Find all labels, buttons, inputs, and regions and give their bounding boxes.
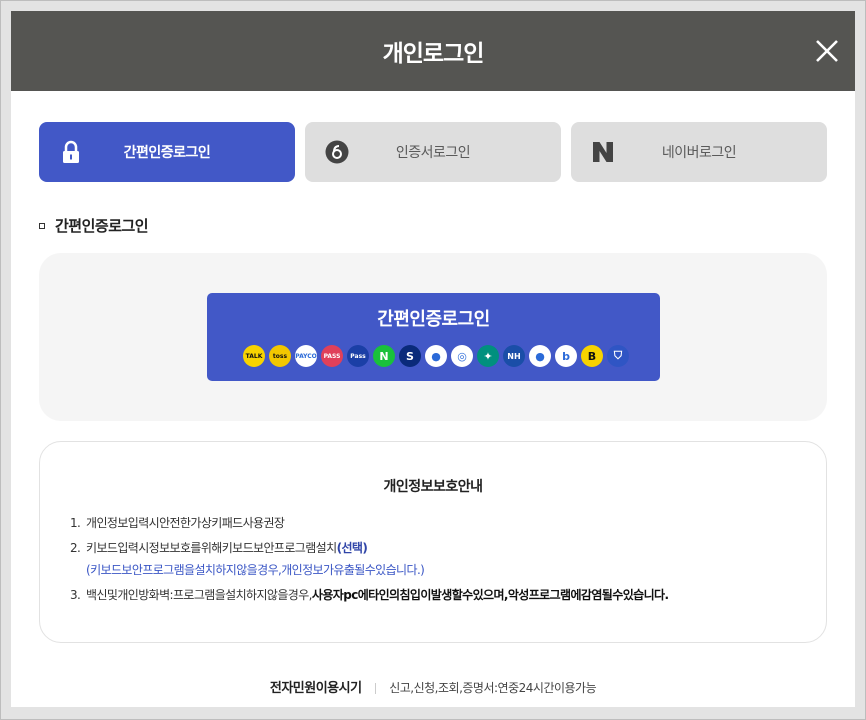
notice-item-text: 백신및개인방화벽:프로그램을설치하지않을경우, <box>86 588 313 602</box>
footer-text: 신고,신청,조회,증명서:연중24시간이용가능 <box>389 681 597 695</box>
window-frame: 개인로그인 간편인증로그인 인증서로그인 네이버로그인 간편인증로그인 간편인증… <box>0 0 866 720</box>
notice-list: 1. 개인정보입력시안전한가상키패드사용권장 2. 키보드입력시정보보호를위해키보드… <box>70 516 810 613</box>
tab-easy-auth[interactable]: 간편인증로그인 <box>39 122 295 182</box>
notice-item: 1. 개인정보입력시안전한가상키패드사용권장 <box>70 516 810 531</box>
footer-divider <box>374 683 376 694</box>
privacy-notice: 개인정보보호안내 1. 개인정보입력시안전한가상키패드사용권장 2. 키보드입력시정… <box>39 441 827 643</box>
notice-item-highlight: (선택) <box>336 541 368 555</box>
notice-item-number: 2. <box>70 541 81 555</box>
lock-icon <box>59 140 83 164</box>
nh-icon: NH <box>503 345 525 367</box>
kb-icon: ● <box>529 345 551 367</box>
banksalad-icon: b <box>555 345 577 367</box>
toss-icon: toss <box>269 345 291 367</box>
notice-item-text: 키보드입력시정보보호를위해키보드보안프로그램설치 <box>86 541 337 555</box>
tab-naver[interactable]: 네이버로그인 <box>571 122 827 182</box>
kakaobank-icon: B <box>581 345 603 367</box>
shield-icon: ⛉ <box>607 345 629 367</box>
woori-icon: ◎ <box>451 345 473 367</box>
footer-title: 전자민원이용시기 <box>269 681 362 696</box>
notice-item: 3. 백신및개인방화벽:프로그램을설치하지않을경우,사용자pc에타인의침입이발생할… <box>70 588 810 603</box>
easy-auth-button-label: 간편인증로그인 <box>377 309 490 330</box>
tab-label: 간편인증로그인 <box>123 145 211 161</box>
section-heading: 간편인증로그인 <box>39 215 149 236</box>
pass-icon: PASS <box>321 345 343 367</box>
easy-auth-login-button[interactable]: 간편인증로그인 TALK toss PAYCO PASS Pass N S ● ◎ ✦ NH ● b B ⛉ <box>207 293 660 381</box>
service-hours-footer: 전자민원이용시기 신고,신청,조회,증명서:연중24시간이용가능 <box>11 677 855 696</box>
login-tabs: 간편인증로그인 인증서로그인 네이버로그인 <box>39 122 827 182</box>
notice-item-number: 3. <box>70 588 81 602</box>
modal-title: 개인로그인 <box>382 41 485 67</box>
notice-item-number: 1. <box>70 516 81 530</box>
auth-provider-icons: TALK toss PAYCO PASS Pass N S ● ◎ ✦ NH ● b B ⛉ <box>243 345 629 367</box>
close-icon <box>816 40 838 62</box>
notice-item-subtext: (키보드보안프로그램을설치하지않을경우,개인정보가유출될수있습니다.) <box>86 563 425 577</box>
tab-label: 네이버로그인 <box>661 145 737 161</box>
toss-bank-icon: ● <box>425 345 447 367</box>
payco-icon: PAYCO <box>295 345 317 367</box>
notice-title: 개인정보보호안내 <box>383 479 483 495</box>
modal-header: 개인로그인 <box>11 11 855 91</box>
notice-item-text: 개인정보입력시안전한가상키패드사용권장 <box>86 516 285 530</box>
notice-item-bold: 사용자pc에타인의침입이발생할수있으며,악성프로그램에감염될수있습니다. <box>311 588 669 602</box>
tab-label: 인증서로그인 <box>395 145 471 161</box>
certificate-icon <box>325 140 349 164</box>
login-modal: 개인로그인 간편인증로그인 인증서로그인 네이버로그인 간편인증로그인 간편인증… <box>11 11 855 707</box>
square-bullet-icon <box>39 222 45 229</box>
tab-certificate[interactable]: 인증서로그인 <box>305 122 561 182</box>
close-button[interactable] <box>813 37 841 65</box>
naver-icon: N <box>373 345 395 367</box>
easy-auth-panel: 간편인증로그인 TALK toss PAYCO PASS Pass N S ● ◎ ✦ NH ● b B ⛉ <box>39 253 827 421</box>
kakao-icon: TALK <box>243 345 265 367</box>
naver-icon <box>591 140 615 164</box>
section-title-text: 간편인증로그인 <box>55 217 149 235</box>
shinhan-icon: S <box>399 345 421 367</box>
notice-item: 2. 키보드입력시정보보호를위해키보드보안프로그램설치(선택) (키보드보안프로그… <box>70 541 810 578</box>
samsung-pass-icon: Pass <box>347 345 369 367</box>
hana-icon: ✦ <box>477 345 499 367</box>
